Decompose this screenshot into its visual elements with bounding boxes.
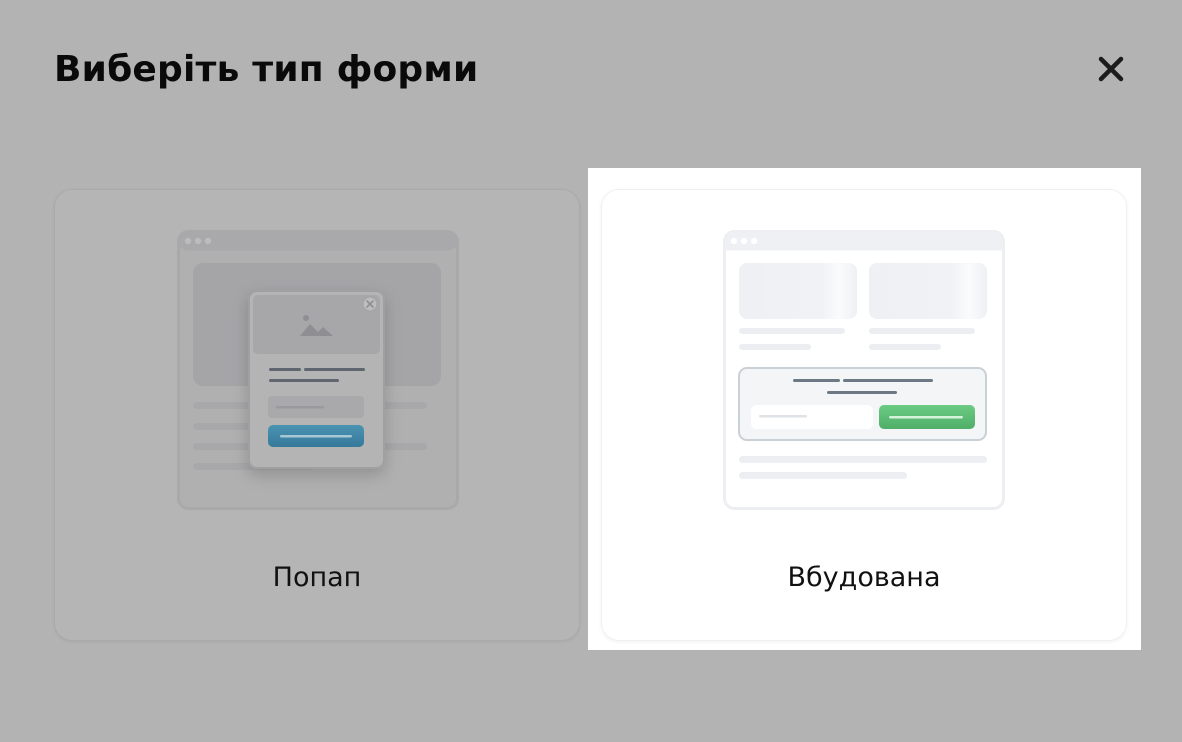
option-label-embedded: Вбудована bbox=[787, 562, 941, 593]
form-type-options: Попап Вбудована bbox=[0, 0, 1182, 742]
popup-form-preview-icon bbox=[177, 230, 459, 517]
option-card-embedded[interactable]: Вбудована bbox=[601, 189, 1127, 641]
option-label-popup: Попап bbox=[272, 562, 362, 593]
embedded-form-preview-icon bbox=[723, 230, 1005, 517]
option-card-popup[interactable]: Попап bbox=[54, 189, 580, 641]
